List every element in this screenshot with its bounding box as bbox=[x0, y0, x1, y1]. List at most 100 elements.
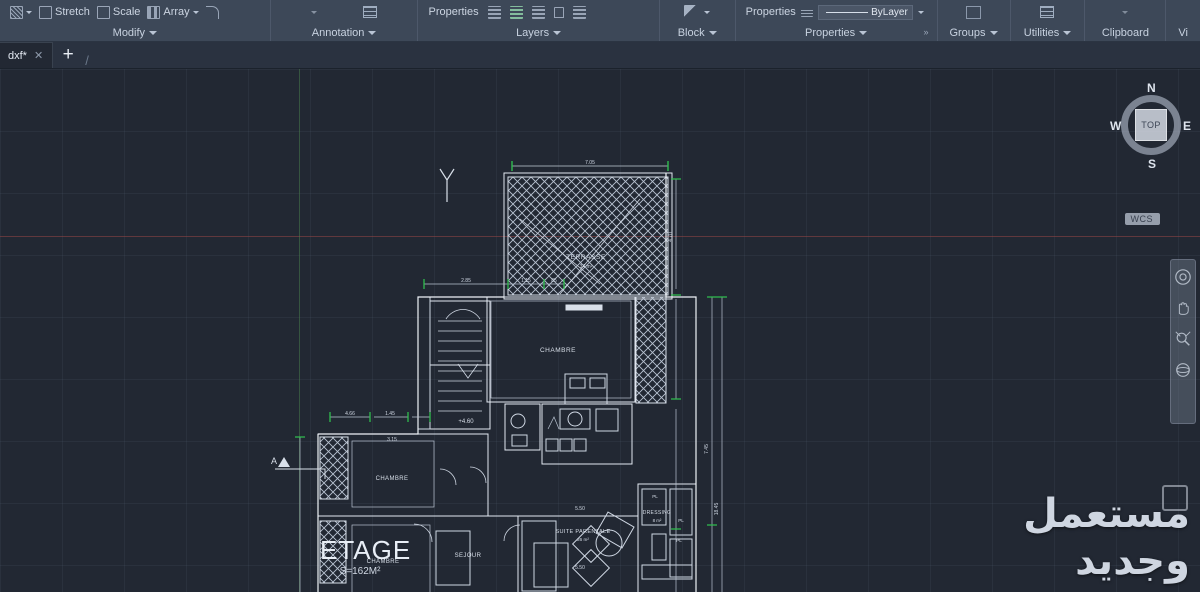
ribbon-panel-groups: Groups bbox=[938, 0, 1011, 41]
layer-freeze-icon[interactable] bbox=[509, 5, 523, 19]
watermark-badge-icon bbox=[1162, 485, 1188, 512]
chevron-down-icon[interactable] bbox=[708, 30, 717, 35]
room-label: TERRASSE bbox=[566, 254, 606, 261]
new-tab-button[interactable]: + bbox=[53, 42, 83, 68]
group-icon[interactable] bbox=[966, 5, 981, 19]
room-label: CHAMBRE bbox=[376, 476, 409, 482]
layer-match-icon[interactable] bbox=[572, 5, 586, 19]
scale-label: Scale bbox=[112, 6, 141, 18]
room-label: SEJOUR bbox=[455, 553, 482, 559]
dimension-text: 1.15 bbox=[521, 278, 531, 284]
room-label: PL bbox=[678, 518, 684, 523]
panel-title-label: Block bbox=[677, 26, 705, 39]
dimension-text: 1.45 bbox=[385, 411, 395, 417]
chevron-down-icon[interactable] bbox=[1122, 10, 1129, 14]
hatch-edit-icon bbox=[10, 5, 23, 19]
document-tab-bar: dxf* ✕ + / bbox=[0, 42, 1200, 69]
layer-properties-button[interactable]: Properties bbox=[428, 6, 478, 18]
panel-row bbox=[1172, 0, 1194, 24]
chevron-down-icon[interactable] bbox=[368, 30, 377, 35]
panel-row bbox=[666, 0, 729, 24]
table-button[interactable] bbox=[363, 6, 378, 18]
zoom-extents-icon[interactable] bbox=[1174, 330, 1192, 348]
panel-title-annotation[interactable]: Annotation bbox=[277, 24, 412, 41]
dialog-launcher-button[interactable]: » bbox=[923, 27, 928, 37]
fillet-icon bbox=[205, 5, 219, 19]
dimension-text: 5.50 bbox=[575, 565, 585, 571]
panel-title-label: Vi bbox=[1178, 26, 1188, 39]
layer-isolate-icon[interactable] bbox=[531, 5, 545, 19]
compass-east-label[interactable]: E bbox=[1183, 119, 1191, 133]
array-button[interactable]: Array bbox=[147, 5, 199, 19]
measure-icon[interactable] bbox=[1040, 6, 1055, 18]
ribbon-panel-modify: Stretch Scale Array Modify bbox=[0, 0, 271, 41]
fillet-button[interactable] bbox=[205, 5, 219, 19]
dimension-text: 2.85 bbox=[461, 278, 471, 284]
insert-block-icon[interactable] bbox=[684, 5, 700, 19]
chevron-down-icon[interactable] bbox=[149, 30, 158, 35]
panel-row: Properties bbox=[424, 0, 652, 24]
level-marker: +4.60 bbox=[458, 419, 474, 425]
navigation-bar[interactable] bbox=[1170, 259, 1196, 424]
panel-row: Stretch Scale Array bbox=[6, 0, 264, 24]
pan-hand-icon[interactable] bbox=[1174, 299, 1192, 317]
compass-north-label[interactable]: N bbox=[1147, 81, 1156, 95]
compass-south-label[interactable]: S bbox=[1148, 157, 1156, 171]
panel-title-label: Layers bbox=[516, 26, 550, 39]
chevron-down-icon[interactable] bbox=[989, 30, 998, 35]
linetype-dropdown[interactable]: ByLayer bbox=[817, 4, 913, 20]
chevron-down-icon[interactable] bbox=[192, 10, 199, 14]
ribbon-panel-utilities: Utilities bbox=[1011, 0, 1086, 41]
room-area: 8 m² bbox=[653, 518, 662, 523]
chevron-down-icon[interactable] bbox=[704, 10, 711, 14]
chevron-down-icon[interactable] bbox=[553, 30, 562, 35]
scale-button[interactable]: Scale bbox=[96, 5, 141, 19]
dimension-text: 7.45 bbox=[704, 444, 710, 454]
panel-title-block[interactable]: Block bbox=[666, 24, 729, 41]
chevron-down-icon[interactable] bbox=[26, 10, 32, 14]
plan-subtitle: S=162M² bbox=[340, 566, 382, 577]
panel-title-clipboard[interactable]: Clipboard bbox=[1091, 24, 1159, 41]
steering-wheel-icon[interactable] bbox=[1174, 268, 1192, 286]
orbit-icon[interactable] bbox=[1174, 361, 1192, 379]
layer-off-icon[interactable] bbox=[487, 5, 501, 19]
panel-title-label: Utilities bbox=[1023, 26, 1060, 39]
panel-title-properties[interactable]: Properties » bbox=[742, 24, 931, 41]
chevron-down-icon[interactable] bbox=[917, 10, 924, 14]
linetype-preview bbox=[825, 11, 869, 13]
chevron-down-icon[interactable] bbox=[1063, 30, 1072, 35]
properties-button[interactable]: Properties bbox=[746, 6, 796, 18]
stretch-button[interactable]: Stretch bbox=[39, 5, 90, 19]
dimension-text: 5.50 bbox=[575, 506, 585, 512]
compass-west-label[interactable]: W bbox=[1110, 119, 1121, 133]
document-tab-dxf[interactable]: dxf* ✕ bbox=[0, 42, 54, 68]
drawing-canvas[interactable]: TERRASSE 34 m² CHAMBRE CHAMBRE CHAMBRE S… bbox=[0, 69, 1200, 592]
text-style-button[interactable] bbox=[311, 10, 318, 14]
chevron-down-icon[interactable] bbox=[859, 30, 868, 35]
panel-title-label: Clipboard bbox=[1101, 26, 1149, 39]
close-icon[interactable]: ✕ bbox=[34, 49, 43, 62]
panel-title-modify[interactable]: Modify bbox=[6, 24, 264, 41]
panel-title-label: Properties bbox=[805, 26, 856, 39]
dimension-text: 4.66 bbox=[345, 411, 355, 417]
dimension-text: 4.70 bbox=[668, 232, 674, 242]
room-label: PL bbox=[652, 494, 658, 499]
chevron-down-icon[interactable] bbox=[311, 10, 318, 14]
ribbon-panel-properties: Properties ByLayer Properties » bbox=[736, 0, 938, 41]
room-label: DRESSING bbox=[643, 510, 672, 516]
ucs-selector-button[interactable]: WCS bbox=[1124, 213, 1160, 225]
panel-title-label: Modify bbox=[112, 26, 146, 39]
hatch-edit-button[interactable] bbox=[10, 5, 32, 19]
table-icon bbox=[363, 6, 378, 18]
ribbon-toolbar: Stretch Scale Array Modify Annotation Pr… bbox=[0, 0, 1200, 42]
floor-plan-drawing[interactable]: TERRASSE 34 m² CHAMBRE CHAMBRE CHAMBRE S… bbox=[0, 69, 1200, 592]
panel-title-label: Annotation bbox=[311, 26, 365, 39]
view-cube-top-face[interactable]: TOP bbox=[1135, 109, 1167, 141]
panel-title-groups[interactable]: Groups bbox=[944, 24, 1004, 41]
view-cube[interactable]: TOP N S E W bbox=[1110, 81, 1192, 181]
panel-title-utilities[interactable]: Utilities bbox=[1017, 24, 1079, 41]
panel-title-layers[interactable]: Layers bbox=[424, 24, 652, 41]
layer-lock-icon[interactable] bbox=[553, 6, 564, 18]
panel-title-view[interactable]: Vi bbox=[1172, 24, 1194, 41]
layer-properties-label: Properties bbox=[428, 6, 479, 18]
